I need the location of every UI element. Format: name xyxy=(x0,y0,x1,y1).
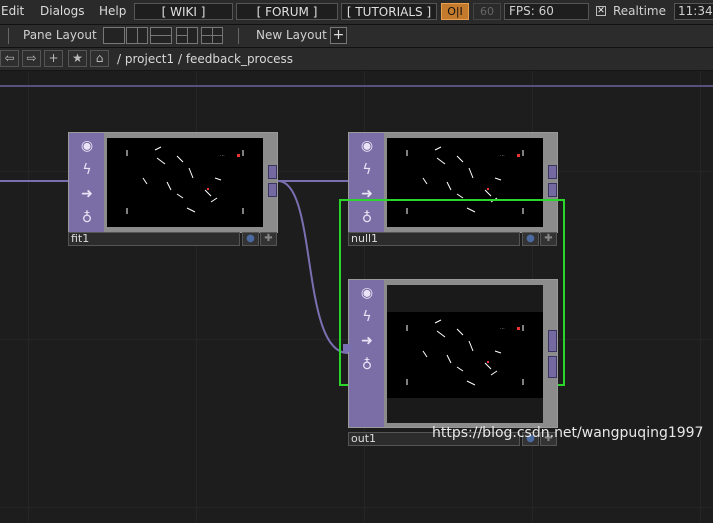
node-viewer: ··· xyxy=(387,285,543,423)
path-bar: ⇦ ⇨ + ★ ⌂ xyxy=(0,48,713,71)
display-arrow-icon[interactable]: ➜ xyxy=(78,185,96,203)
viewer-toggle-icon[interactable]: ◉ xyxy=(78,137,96,155)
node-body: ◉ ϟ ➜ ♁ ··· xyxy=(348,279,558,428)
svg-text:···: ··· xyxy=(500,326,505,332)
node-menu-icon[interactable]: ✚ xyxy=(260,232,277,246)
clock-readout: 11:34: xyxy=(674,3,713,20)
tutorials-button[interactable]: [ TUTORIALS ] xyxy=(341,3,437,20)
layout-quad-button[interactable] xyxy=(201,27,223,44)
separator xyxy=(238,28,239,44)
svg-text:···: ··· xyxy=(500,153,505,159)
wire-fit1-to-out1 xyxy=(277,180,349,354)
star-icon[interactable]: ★ xyxy=(68,50,87,67)
output-connector[interactable] xyxy=(548,183,557,197)
node-name-fit1[interactable]: fit1 xyxy=(68,232,240,246)
menu-dialogs[interactable]: Dialogs xyxy=(40,4,84,18)
lock-icon[interactable]: ♁ xyxy=(358,356,376,374)
node-viewer: ··· xyxy=(107,138,263,227)
layout-split-horizontal-button[interactable] xyxy=(150,27,172,44)
viewer-image: ··· xyxy=(387,312,543,398)
display-arrow-icon[interactable]: ➜ xyxy=(358,332,376,350)
node-fit1[interactable]: ◉ ϟ ➜ ♁ ··· fit1 ● ✚ xyxy=(68,132,278,247)
home-icon[interactable]: ⌂ xyxy=(90,50,109,67)
wiki-button[interactable]: [ WIKI ] xyxy=(134,3,233,20)
new-layout-add-button[interactable]: + xyxy=(330,27,347,44)
pane-layout-bar: Pane Layout New Layout + xyxy=(0,25,713,48)
bypass-icon[interactable]: ϟ xyxy=(78,161,96,179)
forward-arrow-icon[interactable]: ⇨ xyxy=(22,50,41,67)
back-arrow-icon[interactable]: ⇦ xyxy=(0,50,19,67)
layout-three-pane-button[interactable] xyxy=(176,27,198,44)
layout-split-vertical-button[interactable] xyxy=(126,27,148,44)
oi-toggle-button[interactable]: O|I xyxy=(441,3,469,20)
fps-readout: FPS: 60 xyxy=(504,3,589,20)
bypass-icon[interactable]: ϟ xyxy=(358,308,376,326)
separator xyxy=(8,28,9,44)
svg-text:···: ··· xyxy=(220,153,225,159)
viewer-active-icon[interactable]: ● xyxy=(242,232,259,246)
output-connector[interactable] xyxy=(268,183,277,197)
viewer-toggle-icon[interactable]: ◉ xyxy=(358,137,376,155)
fps-cap-field[interactable]: 60 xyxy=(473,3,501,20)
node-icon-column: ◉ ϟ ➜ ♁ xyxy=(69,133,104,232)
node-body: ◉ ϟ ➜ ♁ ··· xyxy=(68,132,278,233)
viewer-image: ··· xyxy=(126,146,244,214)
output-connector[interactable] xyxy=(548,165,557,179)
viewer-toggle-icon[interactable]: ◉ xyxy=(358,284,376,302)
new-layout-label: New Layout xyxy=(256,28,327,42)
watermark-text: https://blog.csdn.net/wangpuqing1997 xyxy=(432,425,704,441)
input-connector[interactable] xyxy=(343,344,351,352)
output-connector[interactable] xyxy=(268,165,277,179)
network-path-breadcrumb[interactable]: / project1 / feedback_process xyxy=(117,52,293,66)
layout-single-button[interactable] xyxy=(103,27,125,44)
node-out1[interactable]: ◉ ϟ ➜ ♁ ··· out1 ● ✚ xyxy=(348,279,558,449)
menu-edit[interactable]: Edit xyxy=(1,4,24,18)
menu-help[interactable]: Help xyxy=(99,4,126,18)
forum-button[interactable]: [ FORUM ] xyxy=(236,3,338,20)
node-icon-column: ◉ ϟ ➜ ♁ xyxy=(349,280,384,427)
menubar: Edit Dialogs Help [ WIKI ] [ FORUM ] [ T… xyxy=(0,0,713,25)
add-icon[interactable]: + xyxy=(44,50,63,67)
output-connector[interactable] xyxy=(548,330,557,352)
bypass-icon[interactable]: ϟ xyxy=(358,161,376,179)
lock-icon[interactable]: ♁ xyxy=(78,209,96,227)
pane-layout-label: Pane Layout xyxy=(23,28,97,42)
output-connector[interactable] xyxy=(548,356,557,378)
realtime-label: Realtime xyxy=(613,4,666,18)
realtime-checkbox[interactable]: ✕ xyxy=(596,6,606,16)
